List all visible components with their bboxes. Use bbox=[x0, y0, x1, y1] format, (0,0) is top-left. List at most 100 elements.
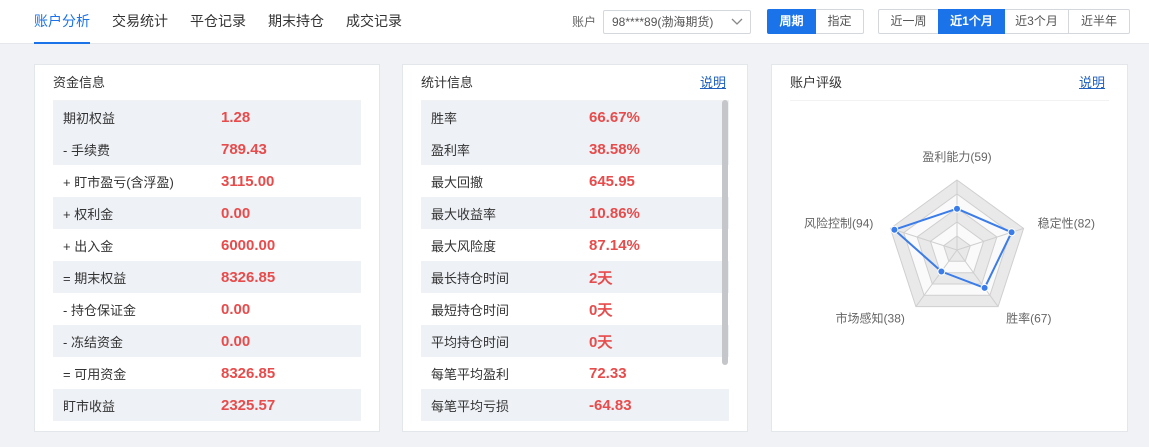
funds-row-closing-equity: = 期末权益 8326.85 bbox=[53, 261, 361, 293]
stats-panel: 统计信息 说明 胜率 66.67% 盈利率 38.58% 最大回撤 645.95… bbox=[402, 64, 748, 432]
row-value: 0天 bbox=[589, 333, 613, 351]
row-label: 最大回撤 bbox=[431, 174, 484, 190]
row-label: 最短持仓时间 bbox=[431, 302, 510, 318]
radar-point-3 bbox=[937, 267, 946, 276]
row-value: 87.14% bbox=[589, 236, 640, 254]
funds-panel: 资金信息 期初权益 1.28 - 手续费 789.43 + 盯市盈亏(含浮盈) … bbox=[34, 64, 380, 432]
row-value: 1.28 bbox=[221, 108, 251, 126]
tab-account-analysis[interactable]: 账户分析 bbox=[34, 0, 90, 44]
row-value: 10.86% bbox=[589, 204, 640, 222]
row-label: + 盯市盈亏(含浮盈) bbox=[63, 174, 174, 190]
tab-trade-statistics[interactable]: 交易统计 bbox=[112, 0, 168, 44]
funds-panel-title: 资金信息 bbox=[53, 75, 106, 90]
funds-row-available-funds: = 可用资金 8326.85 bbox=[53, 357, 361, 389]
stats-help-link[interactable]: 说明 bbox=[700, 75, 726, 91]
row-value: 789.43 bbox=[221, 140, 267, 158]
funds-row-opening-equity: 期初权益 1.28 bbox=[53, 101, 361, 133]
stats-row-avg-profit-per-trade: 每笔平均盈利 72.33 bbox=[421, 357, 729, 389]
radar-label-1: 稳定性(82) bbox=[1038, 215, 1095, 230]
funds-row-position-margin: - 持仓保证金 0.00 bbox=[53, 293, 361, 325]
row-label: 最长持仓时间 bbox=[431, 270, 510, 286]
stats-row-profit-rate: 盈利率 38.58% bbox=[421, 133, 729, 165]
row-value: 2325.57 bbox=[221, 396, 276, 414]
row-value: 0.00 bbox=[221, 332, 251, 350]
radar-label-2: 胜率(67) bbox=[1006, 311, 1051, 326]
stats-panel-title: 统计信息 bbox=[421, 75, 474, 90]
row-label: 每笔平均盈利 bbox=[431, 366, 510, 382]
range-1-month-button[interactable]: 近1个月 bbox=[938, 9, 1005, 34]
row-label: 盯市收益 bbox=[63, 398, 116, 414]
row-value: 645.95 bbox=[589, 172, 635, 190]
row-value: 3115.00 bbox=[221, 172, 275, 190]
stats-row-max-risk: 最大风险度 87.14% bbox=[421, 229, 729, 261]
top-nav-bar: 账户分析 交易统计 平仓记录 期末持仓 成交记录 账户 98****89(渤海期… bbox=[0, 0, 1149, 44]
funds-row-commission: - 手续费 789.43 bbox=[53, 133, 361, 165]
row-value: 0天 bbox=[589, 301, 613, 319]
row-value: 66.67% bbox=[589, 108, 640, 126]
tab-ending-positions[interactable]: 期末持仓 bbox=[268, 0, 324, 44]
row-value: 38.58% bbox=[589, 140, 640, 158]
funds-panel-header: 资金信息 bbox=[53, 65, 361, 101]
radar-label-3: 市场感知(38) bbox=[836, 311, 905, 326]
row-label: 盈利率 bbox=[431, 142, 471, 158]
stats-row-win-rate: 胜率 66.67% bbox=[421, 101, 729, 133]
stats-row-average-holding: 平均持仓时间 0天 bbox=[421, 325, 729, 357]
rating-radar-chart: 盈利能力(59) 稳定性(82) 胜率(67) 市场感知(38) 风险控制(94) bbox=[804, 150, 1095, 326]
period-mode-cycle-button[interactable]: 周期 bbox=[767, 9, 816, 34]
range-half-year-button[interactable]: 近半年 bbox=[1068, 9, 1130, 34]
rating-help-link[interactable]: 说明 bbox=[1079, 75, 1105, 91]
stats-row-avg-loss-per-trade: 每笔平均亏损 -64.83 bbox=[421, 389, 729, 421]
funds-row-frozen-funds: - 冻结资金 0.00 bbox=[53, 325, 361, 357]
tab-closed-positions[interactable]: 平仓记录 bbox=[190, 0, 246, 44]
date-range-toggle: 近一周 近1个月 近3个月 近半年 bbox=[878, 9, 1130, 34]
row-value: 6000.00 bbox=[221, 236, 276, 254]
funds-row-premium: + 权利金 0.00 bbox=[53, 197, 361, 229]
row-label: = 可用资金 bbox=[63, 366, 127, 382]
stats-row-longest-holding: 最长持仓时间 2天 bbox=[421, 261, 729, 293]
row-label: 最大收益率 bbox=[431, 206, 497, 222]
radar-label-0: 盈利能力(59) bbox=[922, 150, 991, 164]
row-value: -64.83 bbox=[589, 396, 632, 414]
rating-panel: 盈利能力(59) 稳定性(82) 胜率(67) 市场感知(38) 风险控制(94) 账户… bbox=[771, 64, 1128, 432]
row-label: - 手续费 bbox=[63, 142, 110, 158]
range-3-months-button[interactable]: 近3个月 bbox=[1004, 9, 1069, 34]
period-mode-custom-button[interactable]: 指定 bbox=[815, 9, 864, 34]
chevron-down-icon bbox=[731, 18, 743, 26]
row-value: 72.33 bbox=[589, 364, 627, 382]
stats-list: 胜率 66.67% 盈利率 38.58% 最大回撤 645.95 最大收益率 1… bbox=[421, 101, 729, 421]
row-value: 8326.85 bbox=[221, 364, 276, 382]
row-label: + 权利金 bbox=[63, 206, 114, 222]
tab-trade-records[interactable]: 成交记录 bbox=[346, 0, 402, 44]
row-label: 胜率 bbox=[431, 110, 458, 126]
radar-point-1 bbox=[1007, 228, 1016, 237]
row-label: 期初权益 bbox=[63, 110, 116, 126]
stats-row-shortest-holding: 最短持仓时间 0天 bbox=[421, 293, 729, 325]
stats-panel-header: 统计信息 说明 bbox=[421, 65, 729, 101]
period-mode-toggle: 周期 指定 bbox=[767, 9, 864, 34]
rating-panel-title: 账户评级 bbox=[790, 75, 843, 90]
radar-point-0 bbox=[953, 204, 961, 213]
row-label: 最大风险度 bbox=[431, 238, 497, 254]
row-label: + 出入金 bbox=[63, 238, 114, 254]
row-label: 平均持仓时间 bbox=[431, 334, 510, 350]
funds-list: 期初权益 1.28 - 手续费 789.43 + 盯市盈亏(含浮盈) 3115.… bbox=[53, 101, 361, 421]
range-1-week-button[interactable]: 近一周 bbox=[878, 9, 939, 34]
radar-label-4: 风险控制(94) bbox=[804, 215, 873, 230]
row-label: - 冻结资金 bbox=[63, 334, 123, 350]
stats-scrollbar-thumb[interactable] bbox=[722, 100, 728, 365]
account-select[interactable]: 98****89(渤海期货) bbox=[603, 10, 751, 34]
row-value: 0.00 bbox=[221, 300, 251, 318]
row-label: = 期末权益 bbox=[63, 270, 127, 286]
rating-panel-header: 账户评级 说明 bbox=[790, 65, 1109, 101]
stats-row-max-return-rate: 最大收益率 10.86% bbox=[421, 197, 729, 229]
funds-row-mtm-profit: 盯市收益 2325.57 bbox=[53, 389, 361, 421]
row-label: - 持仓保证金 bbox=[63, 302, 136, 318]
radar-point-4 bbox=[890, 225, 899, 234]
stats-row-max-drawdown: 最大回撤 645.95 bbox=[421, 165, 729, 197]
row-value: 2天 bbox=[589, 269, 613, 287]
radar-point-2 bbox=[980, 283, 989, 292]
row-label: 每笔平均亏损 bbox=[431, 398, 510, 414]
funds-row-deposit-withdrawal: + 出入金 6000.00 bbox=[53, 229, 361, 261]
funds-row-mtm-pnl: + 盯市盈亏(含浮盈) 3115.00 bbox=[53, 165, 361, 197]
account-select-value: 98****89(渤海期货) bbox=[612, 15, 714, 29]
